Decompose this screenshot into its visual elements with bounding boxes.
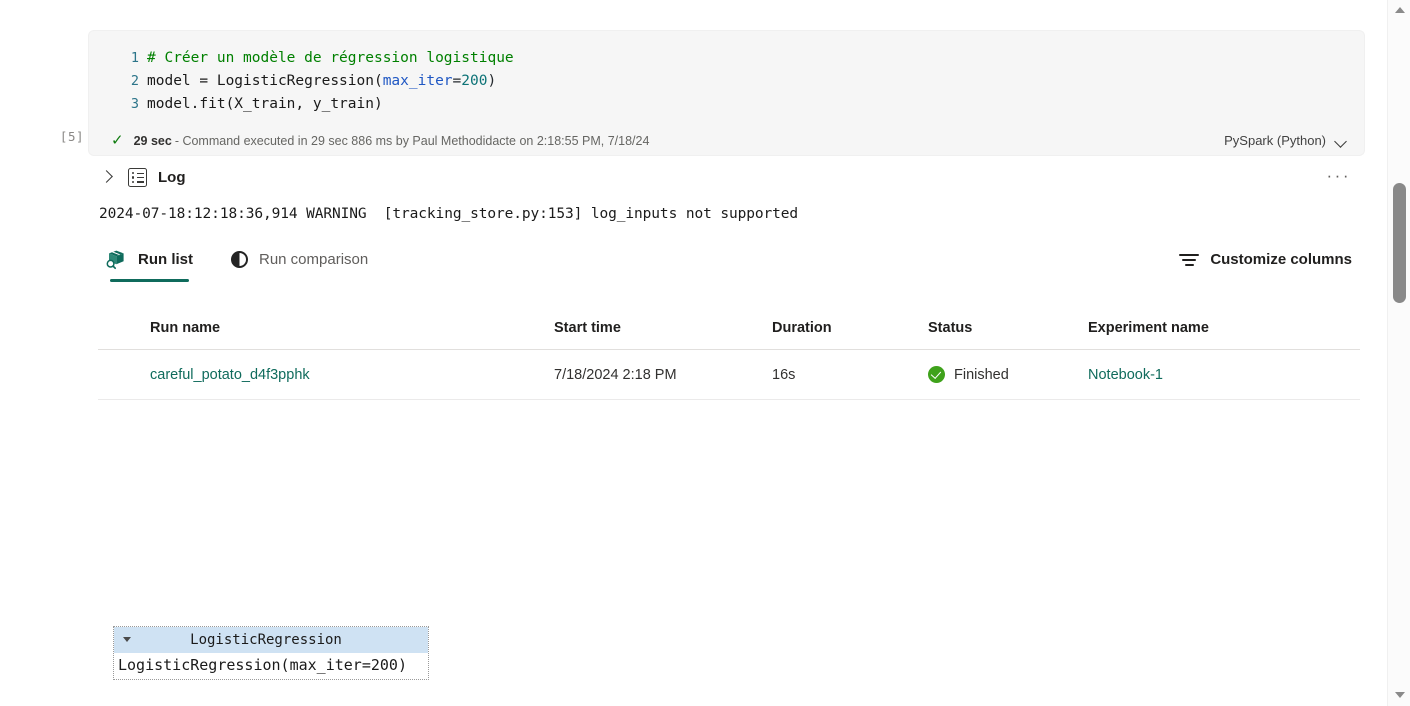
code-line-text: # Créer un modèle de régression logistiq… <box>147 47 514 70</box>
run-list-table: Run name Start time Duration Status Expe… <box>98 306 1360 400</box>
cell-duration: 29 sec <box>134 134 172 148</box>
code-line-text: model.fit(X_train, y_train) <box>147 93 383 116</box>
line-number: 2 <box>89 70 147 93</box>
scrollbar-thumb[interactable] <box>1393 183 1406 303</box>
line-number: 1 <box>89 47 147 70</box>
customize-columns-label: Customize columns <box>1210 251 1352 268</box>
column-header-status[interactable]: Status <box>928 320 1088 336</box>
log-title: Log <box>158 169 186 186</box>
chevron-down-icon[interactable] <box>1335 137 1348 145</box>
cell-status-bar: ✓ 29 sec - Command executed in 29 sec 88… <box>88 126 1365 156</box>
customize-columns-button[interactable]: Customize columns <box>1171 245 1360 274</box>
cube-search-icon <box>106 249 127 270</box>
code-cell-container: [5] 1 # Créer un modèle de régression lo… <box>88 30 1365 156</box>
filter-icon <box>1179 251 1199 267</box>
code-token: = <box>453 73 462 89</box>
chevron-right-icon[interactable] <box>96 166 118 188</box>
run-name-link[interactable]: careful_potato_d4f3pphk <box>150 367 310 383</box>
cell-status: Finished <box>928 366 1088 383</box>
tab-run-list[interactable]: Run list <box>100 236 199 282</box>
code-line: 3 model.fit(X_train, y_train) <box>89 93 1364 116</box>
code-token: ) <box>487 73 496 89</box>
column-header-duration[interactable]: Duration <box>772 320 928 336</box>
estimator-repr-box: LogisticRegression LogisticRegression(ma… <box>113 626 429 680</box>
cell-status-message: - Command executed in 29 sec 886 ms by P… <box>175 134 650 148</box>
log-header[interactable]: Log ··· <box>88 160 1365 194</box>
log-overflow-menu-button[interactable]: ··· <box>1327 166 1351 186</box>
table-header-row: Run name Start time Duration Status Expe… <box>98 306 1360 350</box>
code-token: 200 <box>461 73 487 89</box>
scroll-up-arrow[interactable] <box>1388 0 1410 22</box>
log-warning-text: 2024-07-18:12:18:36,914 WARNING [trackin… <box>88 194 1365 222</box>
log-list-icon <box>128 168 147 187</box>
log-output-section: Log ··· 2024-07-18:12:18:36,914 WARNING … <box>88 160 1365 222</box>
line-number: 3 <box>89 93 147 116</box>
table-row[interactable]: careful_potato_d4f3pphk 7/18/2024 2:18 P… <box>98 350 1360 400</box>
scroll-viewport: [5] 1 # Créer un modèle de régression lo… <box>0 0 1387 706</box>
cell-experiment-name: Notebook-1 <box>1088 367 1360 383</box>
status-badge: Finished <box>954 367 1009 383</box>
column-header-run-name[interactable]: Run name <box>98 320 554 336</box>
code-token: max_iter <box>383 73 453 89</box>
estimator-repr-text: LogisticRegression(max_iter=200) <box>114 653 428 679</box>
code-token: model.fit(X_train, y_train) <box>147 96 383 112</box>
contrast-circle-icon <box>231 251 248 268</box>
estimator-title: LogisticRegression <box>114 632 428 648</box>
vertical-scrollbar[interactable] <box>1387 0 1410 706</box>
code-token: # Créer un modèle de régression logistiq… <box>147 50 514 66</box>
code-line-text: model = LogisticRegression(max_iter=200) <box>147 70 496 93</box>
tab-label: Run comparison <box>259 251 368 268</box>
column-header-experiment-name[interactable]: Experiment name <box>1088 320 1360 336</box>
status-success-icon <box>928 366 945 383</box>
cell-start-time: 7/18/2024 2:18 PM <box>554 367 772 383</box>
run-tabs: Run list Run comparison Customize column… <box>100 236 1360 282</box>
tab-label: Run list <box>138 251 193 268</box>
column-header-start-time[interactable]: Start time <box>554 320 772 336</box>
tab-run-comparison[interactable]: Run comparison <box>225 236 374 282</box>
estimator-header[interactable]: LogisticRegression <box>114 627 428 653</box>
success-check-icon: ✓ <box>111 133 124 148</box>
kernel-selector-label[interactable]: PySpark (Python) <box>1224 133 1326 148</box>
experiment-name-link[interactable]: Notebook-1 <box>1088 367 1163 383</box>
code-line: 1 # Créer un modèle de régression logist… <box>89 47 1364 70</box>
execution-count: [5] <box>50 129 84 144</box>
notebook-output-page: [5] 1 # Créer un modèle de régression lo… <box>0 0 1410 706</box>
triangle-down-icon[interactable] <box>123 637 131 642</box>
code-token: model = LogisticRegression( <box>147 73 383 89</box>
code-editor[interactable]: 1 # Créer un modèle de régression logist… <box>88 30 1365 126</box>
code-line: 2 model = LogisticRegression(max_iter=20… <box>89 70 1364 93</box>
scroll-down-arrow[interactable] <box>1388 684 1410 706</box>
cell-duration: 16s <box>772 367 928 383</box>
cell-run-name: careful_potato_d4f3pphk <box>98 367 554 383</box>
